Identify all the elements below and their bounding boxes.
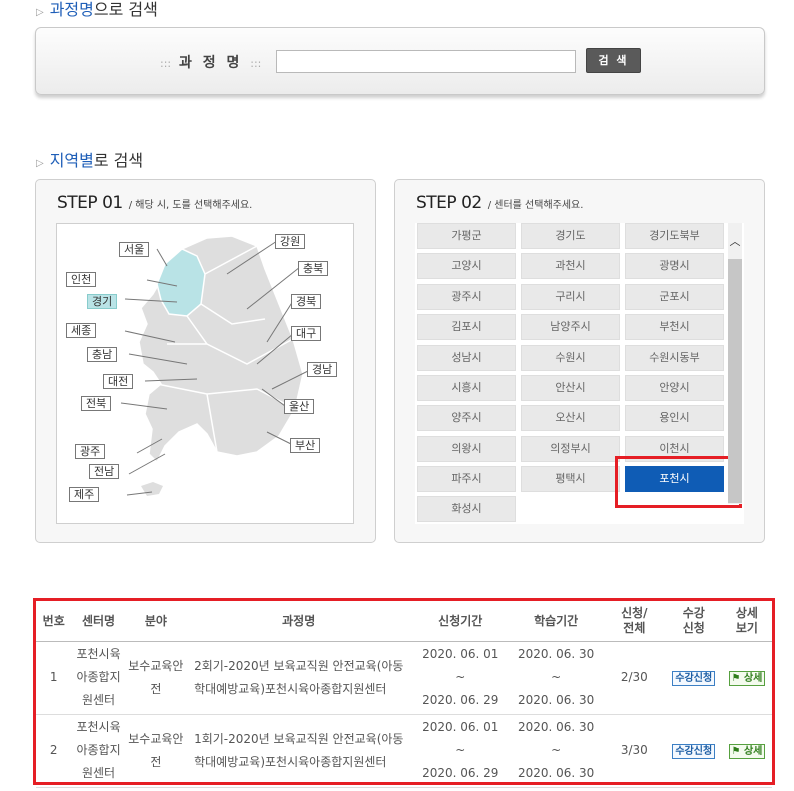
region-jeju[interactable]: 제주 [69,487,100,502]
row-apply-period: 2020. 06. 01 ~ 2020. 06. 29 [411,641,510,715]
city-paju[interactable]: 파주시 [417,466,516,492]
scroll-thumb[interactable] [728,259,742,503]
city-siheung[interactable]: 시흥시 [417,375,516,401]
row-no: 1 [36,641,72,715]
region-gwangju[interactable]: 광주 [75,444,106,459]
city-namyangju[interactable]: 남양주시 [521,314,620,340]
table-row: 2 포천시육아종합지원센터 보수교육안전 1회기-2020년 보육교직원 안전교… [36,714,772,788]
city-seongnam[interactable]: 성남시 [417,345,516,371]
step2-panel: STEP 02/ 센터를 선택해주세요. 가평군 경기도 경기도북부 고양시 과… [394,179,765,543]
flag-icon: ⚑ [731,746,741,757]
apply-button[interactable]: 수강신청 [672,744,716,759]
city-gyeonggido[interactable]: 경기도 [521,223,620,249]
step1-panel: STEP 01/ 해당 시, 도를 선택해주세요. 서울 강원 인천 충북 경기… [35,179,376,543]
row-study-period: 2020. 06. 30 ~ 2020. 06. 30 [509,714,604,788]
row-course: 1회기-2020년 보육교직원 안전교육(아동학대예방교육)포천시육아종합지원센… [186,714,412,788]
row-apply-period: 2020. 06. 01 ~ 2020. 06. 29 [411,714,510,788]
city-uijeongbu[interactable]: 의정부시 [521,436,620,462]
city-suwon[interactable]: 수원시 [521,345,620,371]
flag-icon: ⚑ [731,673,741,684]
search-button[interactable]: 검 색 [586,48,641,73]
course-search-title: ▷ 과정명으로 검색 [36,0,158,19]
col-apply-period: 신청기간 [411,601,510,642]
city-anyang[interactable]: 안양시 [625,375,724,401]
row-field: 보수교육안전 [125,641,187,715]
bullet-icon: ▷ [36,158,44,169]
region-gyeongnam[interactable]: 경남 [307,362,338,377]
row-count: 3/30 [603,714,666,788]
bullet-icon: ▷ [36,7,44,18]
course-name-input[interactable] [276,50,576,73]
row-study-period: 2020. 06. 30 ~ 2020. 06. 30 [509,641,604,715]
selected-city-highlight [615,456,742,508]
region-busan[interactable]: 부산 [290,438,321,453]
city-pyeongtaek[interactable]: 평택시 [521,466,620,492]
row-count: 2/30 [603,641,666,715]
course-table-highlight: 번호 센터명 분야 과정명 신청기간 학습기간 신청/ 전체 수강 신청 상세 … [33,598,775,788]
step2-heading: STEP 02/ 센터를 선택해주세요. [416,193,584,213]
city-uiwang[interactable]: 의왕시 [417,436,516,462]
city-yongin[interactable]: 용인시 [625,405,724,431]
row-center: 포천시육아종합지원센터 [71,714,126,788]
course-table: 번호 센터명 분야 과정명 신청기간 학습기간 신청/ 전체 수강 신청 상세 … [36,601,772,788]
korea-map: 서울 강원 인천 충북 경기 경북 세종 대구 충남 경남 대전 전북 울산 부… [56,223,354,524]
city-gyeonggido-north[interactable]: 경기도북부 [625,223,724,249]
col-field: 분야 [125,601,187,642]
course-search-box: ::: 과 정 명 ::: 검 색 [35,27,765,95]
region-chungnam[interactable]: 충남 [87,347,118,362]
row-apply: 수강신청 [665,714,722,788]
region-gyeonggi[interactable]: 경기 [87,294,118,309]
city-yangju[interactable]: 양주시 [417,405,516,431]
region-chungbuk[interactable]: 충북 [298,261,329,276]
region-jeonbuk[interactable]: 전북 [81,396,112,411]
city-gapyeong[interactable]: 가평군 [417,223,516,249]
region-ulsan[interactable]: 울산 [284,399,315,414]
table-header-row: 번호 센터명 분야 과정명 신청기간 학습기간 신청/ 전체 수강 신청 상세 … [36,601,772,642]
city-ansan[interactable]: 안산시 [521,375,620,401]
region-jeonnam[interactable]: 전남 [89,464,120,479]
region-incheon[interactable]: 인천 [66,272,97,287]
row-no: 2 [36,714,72,788]
center-list: 가평군 경기도 경기도북부 고양시 과천시 광명시 광주시 구리시 군포시 김포… [415,223,744,524]
city-gwacheon[interactable]: 과천시 [521,253,620,279]
col-apply: 수강 신청 [665,601,722,642]
row-apply: 수강신청 [665,641,722,715]
city-gwangju[interactable]: 광주시 [417,284,516,310]
scroll-up-icon[interactable]: ︿ [728,233,742,248]
city-bucheon[interactable]: 부천시 [625,314,724,340]
col-count: 신청/ 전체 [603,601,666,642]
region-daegu[interactable]: 대구 [291,326,322,341]
col-no: 번호 [36,601,72,642]
row-detail: ⚑ 상세 [721,714,772,788]
apply-button[interactable]: 수강신청 [672,671,716,686]
detail-button[interactable]: ⚑ 상세 [728,744,766,759]
region-gyeongbuk[interactable]: 경북 [291,294,322,309]
col-detail: 상세 보기 [721,601,772,642]
city-hwaseong[interactable]: 화성시 [417,496,516,522]
city-suwon-east[interactable]: 수원시동부 [625,345,724,371]
region-sejong[interactable]: 세종 [66,323,97,338]
step1-heading: STEP 01/ 해당 시, 도를 선택해주세요. [57,193,253,213]
city-gimpo[interactable]: 김포시 [417,314,516,340]
detail-button[interactable]: ⚑ 상세 [728,671,766,686]
row-center: 포천시육아종합지원센터 [71,641,126,715]
region-daejeon[interactable]: 대전 [103,374,134,389]
city-gwangmyeong[interactable]: 광명시 [625,253,724,279]
city-guri[interactable]: 구리시 [521,284,620,310]
col-course: 과정명 [186,601,412,642]
city-osan[interactable]: 오산시 [521,405,620,431]
course-name-label: ::: 과 정 명 ::: [160,55,262,71]
row-detail: ⚑ 상세 [721,641,772,715]
center-list-scrollbar[interactable]: ︿ [728,223,742,504]
region-search-title: ▷ 지역별로 검색 [36,151,144,170]
row-field: 보수교육안전 [125,714,187,788]
city-gunpo[interactable]: 군포시 [625,284,724,310]
region-seoul[interactable]: 서울 [119,242,150,257]
row-course: 2회기-2020년 보육교직원 안전교육(아동학대예방교육)포천시육아종합지원센… [186,641,412,715]
city-goyang[interactable]: 고양시 [417,253,516,279]
col-center: 센터명 [71,601,126,642]
col-study-period: 학습기간 [509,601,604,642]
region-gangwon[interactable]: 강원 [275,234,306,249]
table-row: 1 포천시육아종합지원센터 보수교육안전 2회기-2020년 보육교직원 안전교… [36,641,772,715]
